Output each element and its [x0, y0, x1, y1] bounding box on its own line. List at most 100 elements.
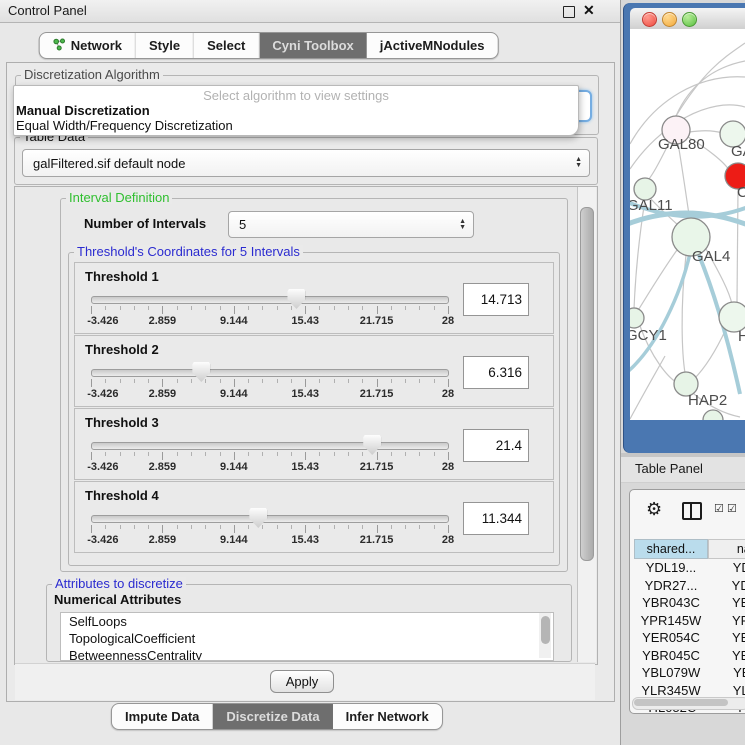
table-row[interactable]: YDR27...YDR2 — [634, 577, 745, 595]
num-intervals-select[interactable]: 5 ▲▼ — [228, 211, 474, 238]
table-row[interactable]: YDL19...YDL1 — [634, 559, 745, 577]
table-cell[interactable]: YPR145W — [634, 612, 708, 630]
minimize-traffic-light[interactable] — [662, 12, 677, 27]
scale-label: 15.43 — [291, 461, 319, 473]
settings-scrollbar-thumb[interactable] — [580, 207, 594, 561]
network-edge[interactable] — [737, 189, 738, 302]
columns-icon[interactable] — [682, 502, 702, 520]
threshold-row: Threshold 1-3.4262.8599.14415.4321.71528… — [74, 262, 554, 334]
tab-jactivemnodules[interactable]: jActiveMNodules — [367, 33, 498, 58]
algorithm-option-equal-width[interactable]: Equal Width/Frequency Discretization — [16, 118, 233, 133]
tick-mark — [262, 525, 263, 529]
spinner-arrows-icon[interactable]: ▲▼ — [459, 219, 466, 231]
attribute-list-item[interactable]: BetweennessCentrality — [61, 647, 553, 661]
slider-track[interactable] — [91, 515, 449, 523]
tab-impute-data[interactable]: Impute Data — [112, 704, 213, 729]
tab-cyni-toolbox[interactable]: Cyni Toolbox — [259, 33, 366, 58]
table-hscrollbar[interactable] — [632, 697, 745, 710]
tick-mark — [177, 525, 178, 529]
table-cell[interactable]: YDL19... — [634, 559, 708, 577]
table-row[interactable]: YER054CYER0 — [634, 629, 745, 647]
tick-mark — [91, 452, 92, 460]
tab-style[interactable]: Style — [136, 33, 194, 58]
table-data-select[interactable]: galFiltered.sif default node ▲▼ — [22, 149, 590, 177]
spinner-arrows-icon[interactable]: ▲▼ — [575, 157, 582, 169]
network-edge[interactable] — [689, 131, 722, 133]
table-cell[interactable]: YBL0 — [708, 664, 745, 682]
table-cell[interactable]: YER054C — [634, 629, 708, 647]
attribute-list-item[interactable]: SelfLoops — [61, 613, 553, 630]
threshold-value-input[interactable]: 21.4 — [463, 429, 529, 462]
network-node[interactable] — [630, 308, 644, 328]
table-row[interactable]: YBR045CYBR0 — [634, 647, 745, 665]
table-cell[interactable]: YDR2 — [708, 577, 745, 595]
tick-mark — [348, 452, 349, 456]
algorithm-option-manual[interactable]: Manual Discretization — [16, 103, 150, 118]
network-edge[interactable] — [694, 329, 726, 379]
float-window-icon[interactable] — [563, 6, 575, 18]
tick-mark — [191, 306, 192, 310]
scale-label: -3.426 — [87, 534, 118, 546]
tab-network[interactable]: Network — [40, 33, 136, 58]
tab-label: Select — [207, 38, 245, 53]
network-node-label: GAL80 — [658, 136, 705, 153]
network-node-label: GAL11 — [630, 197, 673, 214]
network-edge[interactable] — [678, 143, 690, 221]
close-icon[interactable]: ✕ — [583, 2, 595, 19]
slider-track[interactable] — [91, 369, 449, 377]
tick-mark — [262, 452, 263, 456]
tab-infer-network[interactable]: Infer Network — [333, 704, 442, 729]
checkbox-icon[interactable]: ☑ — [727, 504, 737, 515]
attributes-scrollbar-thumb[interactable] — [541, 616, 550, 644]
table-row[interactable]: YBL079WYBL0 — [634, 664, 745, 682]
threshold-value-input[interactable]: 14.713 — [463, 283, 529, 316]
column-header-shared-name[interactable]: shared... — [634, 539, 708, 559]
close-traffic-light[interactable] — [642, 12, 657, 27]
scale-label: 21.715 — [360, 315, 394, 327]
threshold-value-input[interactable]: 11.344 — [463, 502, 529, 535]
tick-mark — [205, 525, 206, 529]
table-cell[interactable]: YBR0 — [708, 594, 745, 612]
slider-scale-labels: -3.4262.8599.14415.4321.71528 — [91, 315, 448, 328]
slider-track[interactable] — [91, 442, 449, 450]
table-hscrollbar-thumb[interactable] — [634, 699, 728, 706]
checkbox-icon[interactable]: ☑ — [714, 504, 724, 515]
table-cell[interactable]: YDR27... — [634, 577, 708, 595]
zoom-traffic-light[interactable] — [682, 12, 697, 27]
table-row[interactable]: YPR145WYPR1 — [634, 612, 745, 630]
numerical-attributes-list[interactable]: SelfLoopsTopologicalCoefficientBetweenne… — [60, 612, 554, 661]
scale-label: 21.715 — [360, 534, 394, 546]
network-canvas[interactable]: GAL80GACGAL11GAL4GCY1HHAP2 — [630, 29, 745, 420]
apply-button[interactable]: Apply — [270, 670, 334, 693]
slider-track[interactable] — [91, 296, 449, 304]
table-cell[interactable]: YDL1 — [708, 559, 745, 577]
table-cell[interactable]: YBR043C — [634, 594, 708, 612]
tick-mark — [277, 525, 278, 529]
tick-mark — [305, 525, 306, 533]
table-cell[interactable]: YBR0 — [708, 647, 745, 665]
scale-label: 28 — [442, 461, 454, 473]
tick-mark — [205, 379, 206, 383]
table-row[interactable]: YBR043CYBR0 — [634, 594, 745, 612]
column-header-name[interactable]: na... — [708, 539, 745, 559]
tab-label: Impute Data — [125, 709, 199, 724]
threshold-label: Threshold 4 — [85, 488, 159, 503]
tick-mark — [105, 452, 106, 456]
tick-mark — [377, 306, 378, 314]
table-cell[interactable]: YBR045C — [634, 647, 708, 665]
network-node[interactable] — [703, 410, 723, 420]
network-window-titlebar[interactable] — [630, 8, 745, 30]
attribute-list-item[interactable]: TopologicalCoefficient — [61, 630, 553, 647]
thresholds-group-title: Threshold's Coordinates for 5 Intervals — [74, 245, 303, 258]
table-cell[interactable]: YPR1 — [708, 612, 745, 630]
tab-discretize-data[interactable]: Discretize Data — [213, 704, 332, 729]
threshold-value-input[interactable]: 6.316 — [463, 356, 529, 389]
gear-icon[interactable]: ⚙ — [646, 500, 662, 518]
tick-mark — [448, 525, 449, 533]
tick-mark — [434, 525, 435, 529]
table-cell[interactable]: YER0 — [708, 629, 745, 647]
table-cell[interactable]: YBL079W — [634, 664, 708, 682]
network-edge[interactable] — [637, 250, 677, 312]
tab-select[interactable]: Select — [194, 33, 259, 58]
tick-mark — [105, 306, 106, 310]
